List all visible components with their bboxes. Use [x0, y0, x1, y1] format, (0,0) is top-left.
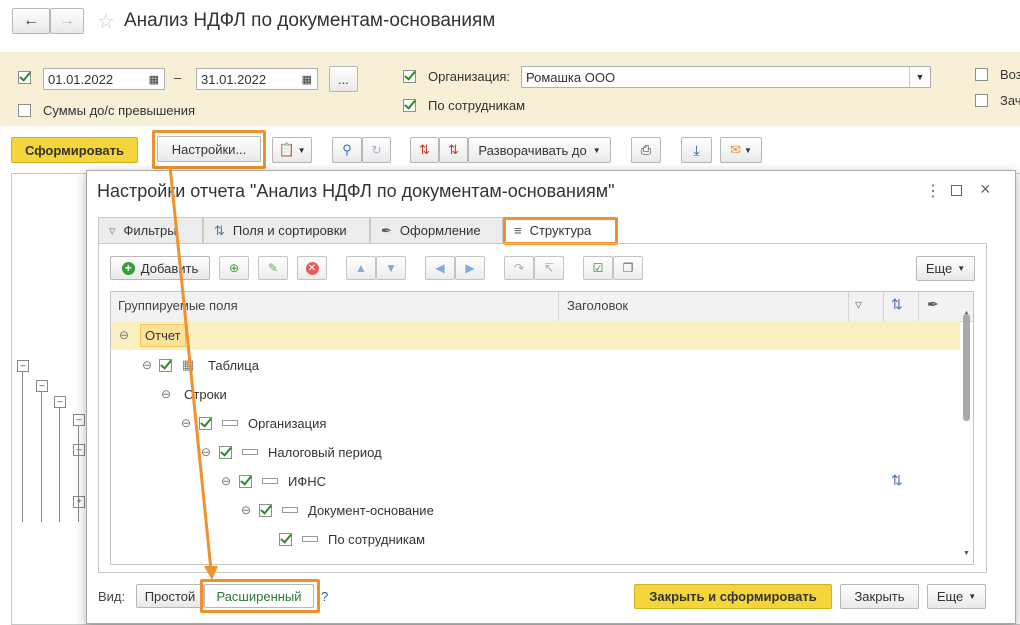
annotation-arrow	[168, 165, 218, 580]
